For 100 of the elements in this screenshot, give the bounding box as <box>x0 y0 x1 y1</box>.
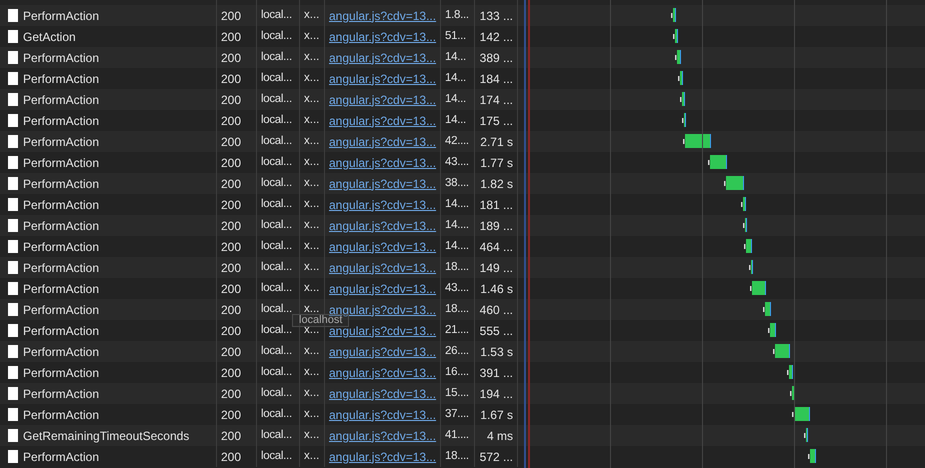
request-size: 43.... <box>445 280 469 296</box>
domain: local... <box>261 134 292 149</box>
request-name[interactable]: PerformAction <box>23 280 100 298</box>
request-name[interactable]: PerformAction <box>23 342 100 360</box>
timing-bar <box>749 259 754 276</box>
request-name[interactable]: PerformAction <box>23 384 100 402</box>
initiator-link[interactable]: angular.js?cdv=13... <box>329 6 436 24</box>
status-code: 200 <box>221 344 242 360</box>
initiator-link[interactable]: angular.js?cdv=13... <box>329 258 436 276</box>
timing-bar <box>680 91 686 108</box>
request-name[interactable]: PerformAction <box>23 6 100 24</box>
request-type: x... <box>304 344 320 359</box>
domain: local... <box>261 8 292 23</box>
document-icon <box>8 72 18 85</box>
request-time: 181 ... <box>480 196 513 214</box>
request-type: x... <box>304 196 320 212</box>
domain: local... <box>261 196 292 212</box>
request-name[interactable]: PerformAction <box>23 90 100 108</box>
initiator-link[interactable]: angular.js?cdv=13... <box>329 174 436 192</box>
document-icon <box>8 408 18 421</box>
request-name[interactable]: PerformAction <box>23 174 100 192</box>
request-size: 14... <box>445 92 466 107</box>
timing-bar <box>773 343 791 360</box>
request-type: x... <box>304 218 320 233</box>
initiator-link[interactable]: angular.js?cdv=13... <box>329 364 436 382</box>
domain: local... <box>261 448 292 464</box>
status-code: 200 <box>221 406 242 424</box>
initiator-link[interactable]: angular.js?cdv=13... <box>329 342 436 360</box>
request-name[interactable]: PerformAction <box>23 300 100 318</box>
status-code: 200 <box>221 364 242 382</box>
request-name[interactable]: PerformAction <box>23 216 100 234</box>
status-code: 200 <box>221 8 242 24</box>
initiator-link[interactable]: angular.js?cdv=13... <box>329 280 436 298</box>
initiator-link[interactable]: angular.js?cdv=13... <box>329 90 436 108</box>
request-time: 1.82 s <box>480 176 513 192</box>
initiator-link[interactable]: angular.js?cdv=13... <box>329 28 436 46</box>
domain: local... <box>261 50 292 65</box>
domain: local... <box>261 302 292 317</box>
request-time: 175 ... <box>480 112 513 130</box>
request-time: 174 ... <box>480 92 513 108</box>
status-code: 200 <box>221 218 242 234</box>
status-code: 200 <box>221 448 242 466</box>
initiator-link[interactable]: angular.js?cdv=13... <box>329 154 436 172</box>
request-time: 391 ... <box>480 364 513 382</box>
document-icon <box>8 240 18 253</box>
initiator-link[interactable]: angular.js?cdv=13... <box>329 426 436 444</box>
request-name[interactable]: PerformAction <box>23 322 100 340</box>
document-icon <box>8 156 18 169</box>
timing-bar <box>675 49 682 66</box>
request-type: x... <box>304 92 320 107</box>
request-size: 14.... <box>445 196 469 212</box>
request-type: x... <box>304 260 320 275</box>
initiator-link[interactable]: angular.js?cdv=13... <box>329 112 436 130</box>
request-name[interactable]: PerformAction <box>23 196 100 214</box>
domain: local... <box>261 28 292 44</box>
request-name[interactable]: PerformAction <box>23 132 100 150</box>
request-name[interactable]: PerformAction <box>23 70 100 88</box>
initiator-link[interactable]: angular.js?cdv=13... <box>329 384 436 402</box>
request-name[interactable]: PerformAction <box>23 154 100 172</box>
document-icon <box>8 429 18 442</box>
timing-bar <box>750 280 767 297</box>
request-time: 184 ... <box>480 70 513 88</box>
timing-bar <box>671 7 677 24</box>
request-name[interactable]: PerformAction <box>23 238 100 256</box>
document-icon <box>8 198 18 211</box>
initiator-link[interactable]: angular.js?cdv=13... <box>329 406 436 424</box>
request-size: 14... <box>445 112 466 128</box>
timing-bar <box>744 238 753 255</box>
request-size: 51... <box>445 28 466 44</box>
initiator-link[interactable]: angular.js?cdv=13... <box>329 132 436 150</box>
request-name[interactable]: PerformAction <box>23 112 100 130</box>
request-name[interactable]: PerformAction <box>23 258 100 276</box>
request-name[interactable]: GetRemainingTimeoutSeconds <box>23 426 190 444</box>
initiator-link[interactable]: angular.js?cdv=13... <box>329 448 436 466</box>
document-icon <box>8 450 18 463</box>
tooltip: localhost <box>292 314 350 327</box>
request-time: 194 ... <box>480 386 513 402</box>
initiator-link[interactable]: angular.js?cdv=13... <box>329 196 436 214</box>
initiator-link[interactable]: angular.js?cdv=13... <box>329 70 436 88</box>
timing-bar <box>787 364 794 381</box>
domain: local... <box>261 112 292 128</box>
document-icon <box>8 177 18 190</box>
initiator-link[interactable]: angular.js?cdv=13... <box>329 48 436 66</box>
request-name[interactable]: PerformAction <box>23 448 100 466</box>
request-name[interactable]: PerformAction <box>23 406 100 424</box>
request-name[interactable]: PerformAction <box>23 364 100 382</box>
request-type: x... <box>304 154 320 170</box>
domain: local... <box>261 154 292 170</box>
domain: local... <box>261 322 292 338</box>
initiator-link[interactable]: angular.js?cdv=13... <box>329 238 436 256</box>
status-code: 200 <box>221 428 242 444</box>
request-name[interactable]: GetAction <box>23 28 76 46</box>
domain: local... <box>261 70 292 86</box>
request-size: 38.... <box>445 176 469 191</box>
request-size: 37.... <box>445 406 469 422</box>
request-name[interactable]: PerformAction <box>23 48 100 66</box>
domain: local... <box>261 260 292 275</box>
request-type: x... <box>304 448 320 464</box>
request-size: 14.... <box>445 218 469 233</box>
initiator-link[interactable]: angular.js?cdv=13... <box>329 216 436 234</box>
